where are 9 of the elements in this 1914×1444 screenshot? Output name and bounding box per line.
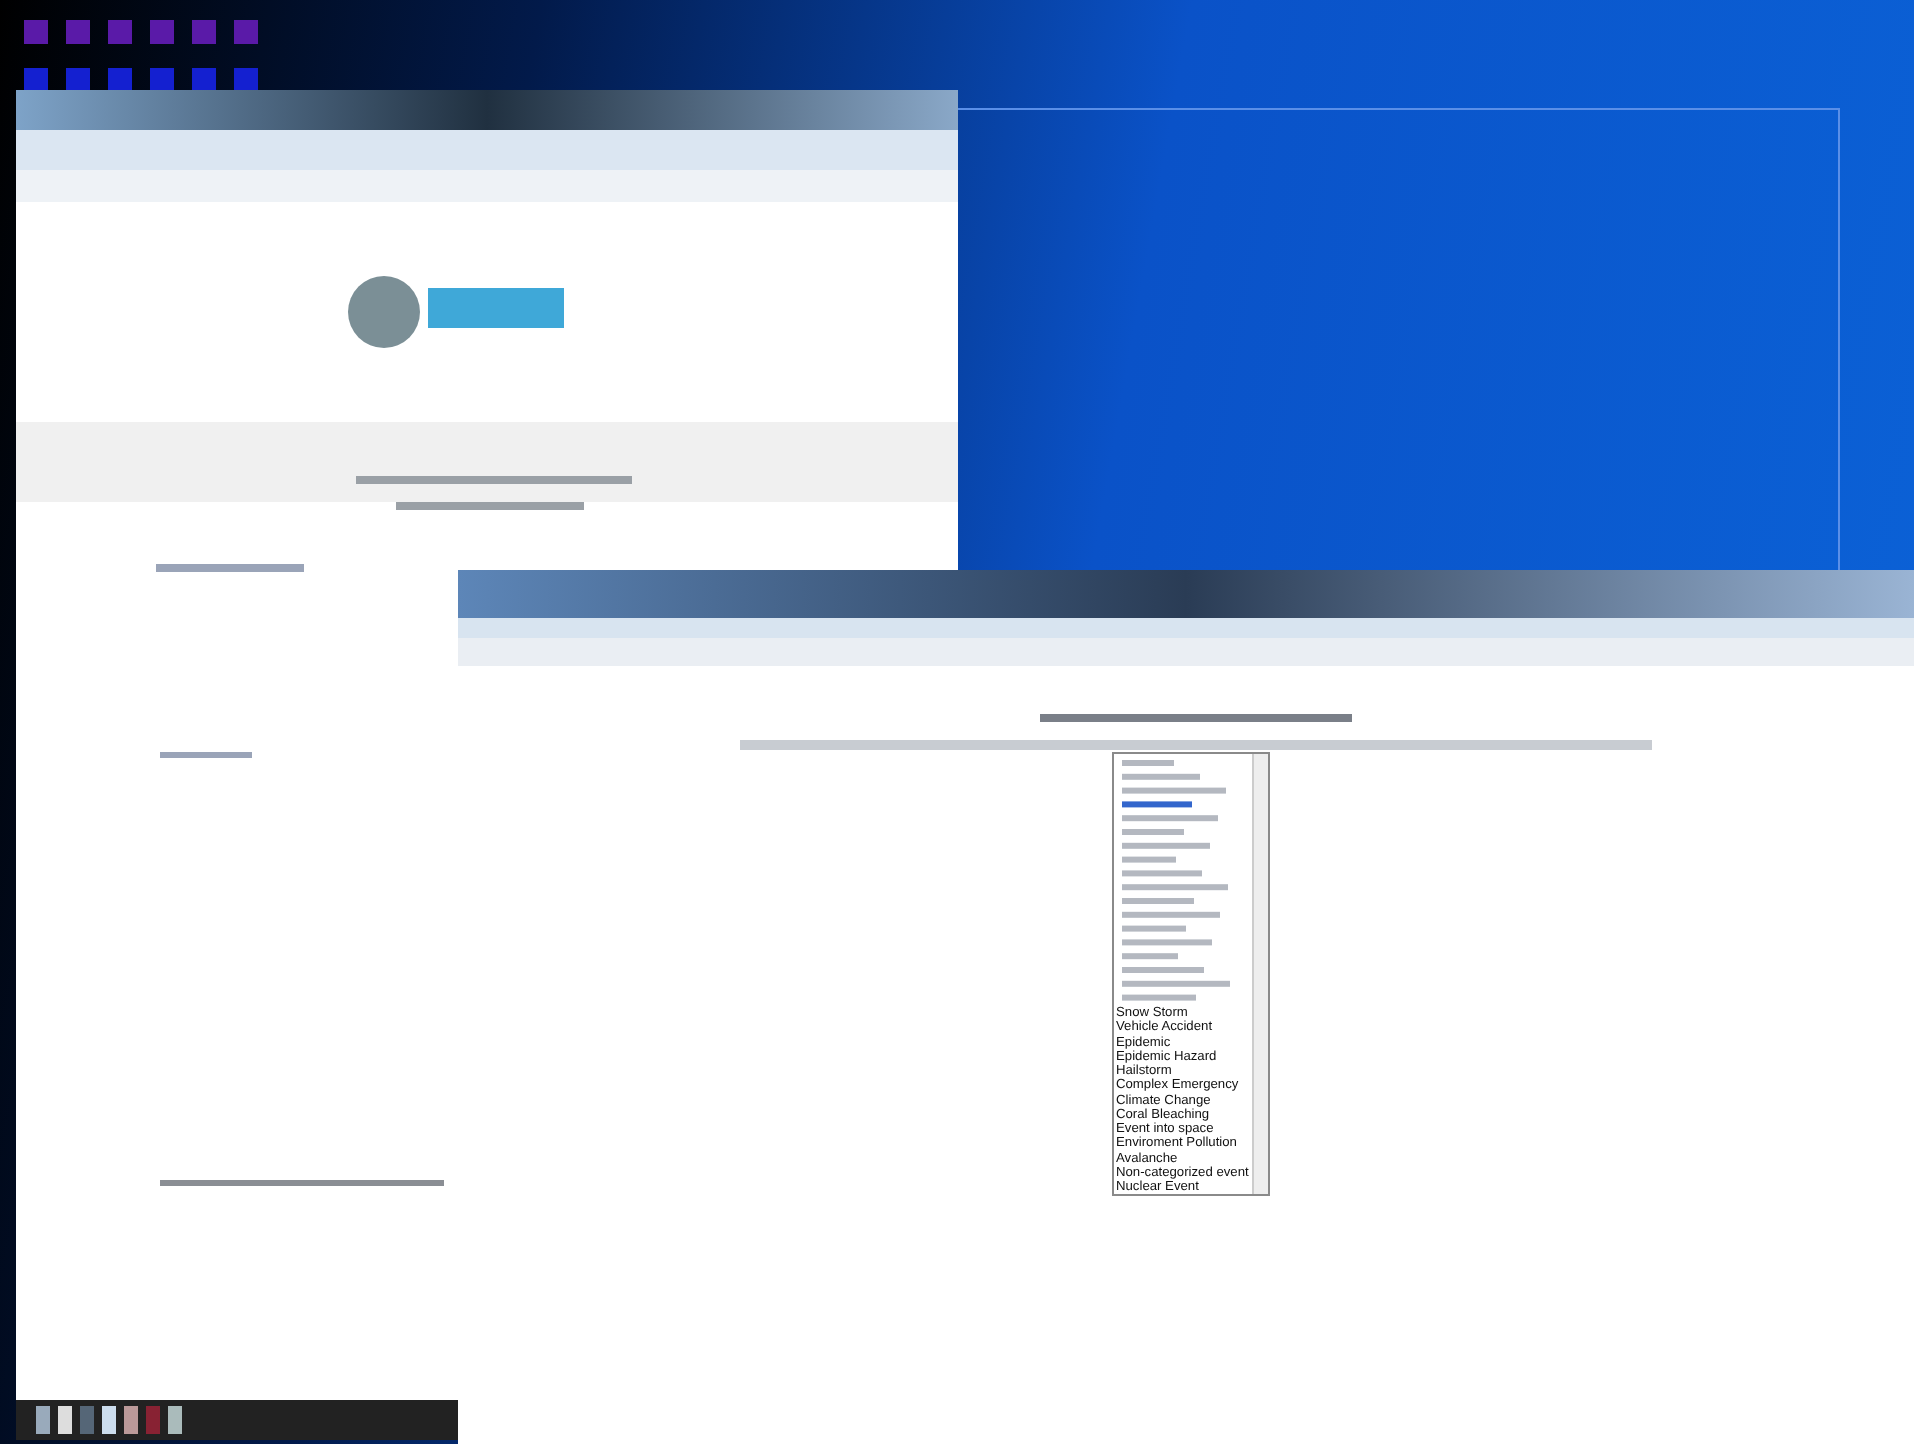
taskbar-icon[interactable] (80, 1406, 94, 1434)
text-line-drawing (160, 752, 252, 758)
taskbar-icon[interactable] (168, 1406, 182, 1434)
taskbar-icon[interactable] (146, 1406, 160, 1434)
taskbar-icon[interactable] (58, 1406, 72, 1434)
scrollbar[interactable] (1252, 754, 1269, 1194)
taskbar-icon[interactable] (36, 1406, 50, 1434)
taskbar-icon[interactable] (102, 1406, 116, 1434)
taskbar-icon[interactable] (124, 1406, 138, 1434)
